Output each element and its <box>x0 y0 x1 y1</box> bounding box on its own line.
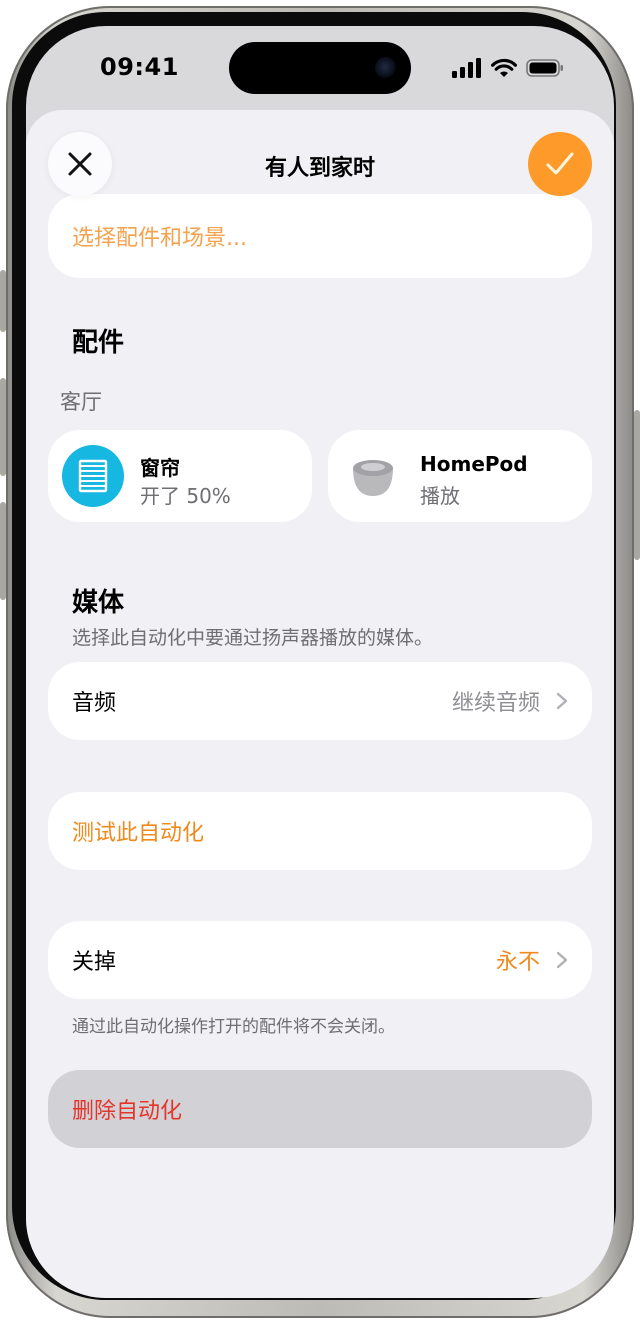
turn-off-footnote: 通过此自动化操作打开的配件将不会关闭。 <box>72 1017 395 1037</box>
front-camera-icon <box>375 57 397 79</box>
accessory-state: 开了 50% <box>140 484 231 508</box>
audio-value: 继续音频 <box>451 691 540 716</box>
volume-down-button <box>0 502 6 600</box>
wifi-icon <box>491 58 517 77</box>
select-accessories-button[interactable]: 选择配件和场景... <box>48 194 592 278</box>
page-title: 有人到家时 <box>264 156 375 181</box>
accessories-heading: 配件 <box>72 328 125 358</box>
close-icon <box>68 152 92 176</box>
media-description: 选择此自动化中要通过扬声器播放的媒体。 <box>72 627 434 649</box>
accessory-name: HomePod <box>420 452 528 476</box>
blinds-icon <box>62 445 124 507</box>
chevron-right-icon <box>556 951 568 969</box>
select-accessories-label: 选择配件和场景... <box>72 226 247 251</box>
room-label: 客厅 <box>60 390 102 414</box>
status-icons <box>452 58 564 78</box>
status-time: 09:41 <box>100 53 179 81</box>
turn-off-label: 关掉 <box>72 950 117 975</box>
accessory-name: 窗帘 <box>140 456 180 480</box>
delete-automation-label: 删除自动化 <box>72 1099 183 1124</box>
checkmark-icon <box>546 152 574 175</box>
status-bar: 09:41 <box>26 26 614 116</box>
audio-row[interactable]: 音频 继续音频 <box>48 662 592 740</box>
audio-label: 音频 <box>72 691 117 716</box>
test-automation-button[interactable]: 测试此自动化 <box>48 792 592 870</box>
power-button <box>634 410 640 560</box>
action-button <box>0 270 6 332</box>
volume-up-button <box>0 378 6 476</box>
accessory-tile-blinds[interactable]: 窗帘 开了 50% <box>48 430 312 522</box>
screen: 09:41 选择配件和场景... 有人到家时 配件 客厅 窗帘 开了 50% H… <box>26 26 614 1298</box>
dynamic-island <box>229 42 411 94</box>
media-heading: 媒体 <box>72 588 125 618</box>
close-button[interactable] <box>48 132 112 196</box>
cellular-signal-icon <box>452 58 481 78</box>
turn-off-row[interactable]: 关掉 永不 <box>48 921 592 999</box>
accessory-tile-homepod[interactable]: HomePod 播放 <box>328 430 592 522</box>
accessory-state: 播放 <box>420 484 460 508</box>
delete-automation-button[interactable]: 删除自动化 <box>48 1070 592 1148</box>
done-button[interactable] <box>528 132 592 196</box>
chevron-right-icon <box>556 692 568 710</box>
test-automation-label: 测试此自动化 <box>72 821 205 846</box>
turn-off-value: 永不 <box>495 950 540 975</box>
automation-sheet: 选择配件和场景... 有人到家时 配件 客厅 窗帘 开了 50% HomePod… <box>26 110 614 1298</box>
homepod-mini-icon <box>350 456 396 498</box>
battery-icon <box>526 59 563 77</box>
